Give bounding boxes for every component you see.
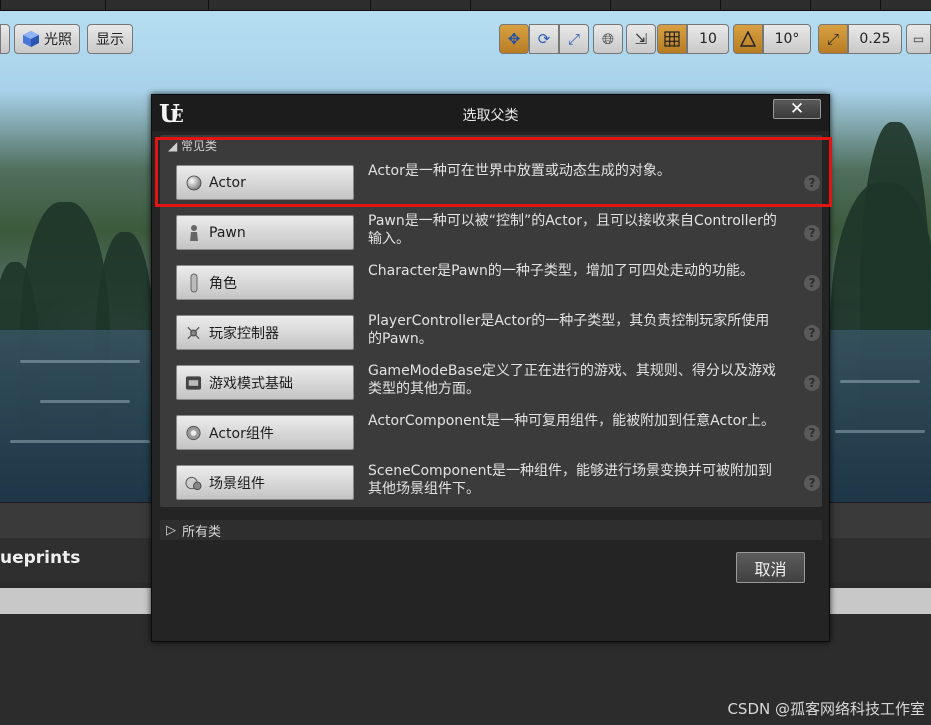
class-description: Character是Pawn的一种子类型，增加了可四处走动的功能。 <box>368 263 754 279</box>
class-name: Pawn <box>209 224 246 241</box>
class-description: ActorComponent是一种可复用组件，能被附加到任意Actor上。 <box>368 413 775 429</box>
menu-strip <box>0 0 931 11</box>
lit-mode-button[interactable]: 光照 <box>14 24 80 54</box>
grid-snap-value[interactable]: 10 <box>687 24 729 54</box>
show-button[interactable]: 显示 <box>87 24 133 54</box>
help-icon[interactable]: ? <box>804 275 820 291</box>
class-row-character: 角色 Character是Pawn的一种子类型，增加了可四处走动的功能。 ? <box>168 261 824 307</box>
help-icon[interactable]: ? <box>804 425 820 441</box>
class-description: Pawn是一种可以被“控制”的Actor，且可以接收来自Controller的输… <box>368 213 777 247</box>
highlight-box <box>155 137 832 207</box>
actor-component-class-button[interactable]: Actor组件 <box>176 415 354 450</box>
character-class-button[interactable]: 角色 <box>176 265 354 300</box>
view-mode-button[interactable] <box>0 24 10 54</box>
pawn-class-button[interactable]: Pawn <box>176 215 354 250</box>
watermark: CSDN @孤客网络科技工作室 <box>727 700 925 718</box>
dialog-titlebar[interactable]: U E 选取父类 ✕ <box>152 95 829 131</box>
class-row-actor-component: Actor组件 ActorComponent是一种可复用组件，能被附加到任意Ac… <box>168 411 824 457</box>
blueprints-label: ueprints <box>0 548 81 568</box>
angle-icon <box>740 31 756 47</box>
class-name: 角色 <box>209 275 237 292</box>
world-local-button[interactable]: 🌐︎ <box>593 24 623 54</box>
actor-component-icon <box>185 424 202 441</box>
rotation-snap-label: 10° <box>774 31 800 47</box>
rotation-snap-value[interactable]: 10° <box>763 24 811 54</box>
scale-snap-toggle[interactable]: ⤢ <box>818 24 848 54</box>
class-description: PlayerController是Actor的一种子类型，其负责控制玩家所使用的… <box>368 313 770 347</box>
surface-snap-button[interactable]: ⇲ <box>626 24 656 54</box>
help-icon[interactable]: ? <box>804 325 820 341</box>
class-name: Actor组件 <box>209 425 274 442</box>
class-name: 玩家控制器 <box>209 325 279 342</box>
player-controller-icon <box>185 324 202 341</box>
help-icon[interactable]: ? <box>804 375 820 391</box>
scale-arrow-icon: ⤢ <box>826 29 839 48</box>
all-classes-expander[interactable]: ▷ 所有类 <box>160 520 822 540</box>
pawn-icon <box>185 224 202 241</box>
cancel-button[interactable]: 取消 <box>736 552 805 583</box>
character-icon <box>185 273 202 292</box>
move-arrows-icon: ✥ <box>507 29 521 48</box>
camera-icon: ▭ <box>912 32 925 46</box>
grid-snap-label: 10 <box>699 31 717 47</box>
class-row-scene-component: 场景组件 SceneComponent是一种组件，能够进行场景变换并可被附加到其… <box>168 461 824 507</box>
grid-icon <box>664 31 680 47</box>
globe-icon: 🌐︎ <box>601 29 614 48</box>
game-mode-icon <box>185 374 202 391</box>
help-icon[interactable]: ? <box>804 475 820 491</box>
show-label: 显示 <box>96 32 124 48</box>
camera-speed-button[interactable]: ▭ <box>906 24 931 54</box>
rotation-snap-toggle[interactable] <box>733 24 763 54</box>
all-classes-label: 所有类 <box>182 524 222 540</box>
class-row-game-mode: 游戏模式基础 GameModeBase定义了正在进行的游戏、其规则、得分以及游戏… <box>168 361 824 407</box>
class-row-player-controller: 玩家控制器 PlayerController是Actor的一种子类型，其负责控制… <box>168 311 824 357</box>
rotate-icon: ⟳ <box>537 29 551 48</box>
scale-mode-button[interactable]: ⤢ <box>559 24 589 54</box>
translate-mode-button[interactable]: ✥ <box>499 24 529 54</box>
grid-snap-toggle[interactable] <box>657 24 687 54</box>
scale-icon: ⤢ <box>567 29 580 48</box>
scale-snap-value[interactable]: 0.25 <box>848 24 902 54</box>
class-description: SceneComponent是一种组件，能够进行场景变换并可被附加到其他场景组件… <box>368 463 772 497</box>
class-name: 场景组件 <box>209 475 265 492</box>
scale-snap-label: 0.25 <box>859 31 891 47</box>
expand-triangle-icon: ▷ <box>166 522 176 538</box>
help-icon[interactable]: ? <box>804 225 820 241</box>
rotate-mode-button[interactable]: ⟳ <box>529 24 559 54</box>
scene-component-class-button[interactable]: 场景组件 <box>176 465 354 500</box>
class-name: 游戏模式基础 <box>209 375 293 392</box>
lit-label: 光照 <box>44 32 72 48</box>
dialog-title: 选取父类 <box>462 108 519 124</box>
game-mode-class-button[interactable]: 游戏模式基础 <box>176 365 354 400</box>
lit-cube-icon <box>22 30 40 48</box>
class-row-pawn: Pawn Pawn是一种可以被“控制”的Actor，且可以接收来自Control… <box>168 211 824 257</box>
class-description: GameModeBase定义了正在进行的游戏、其规则、得分以及游戏类型的其他方面… <box>368 363 776 397</box>
close-button[interactable]: ✕ <box>773 99 821 119</box>
player-controller-class-button[interactable]: 玩家控制器 <box>176 315 354 350</box>
scene-component-icon <box>185 474 202 491</box>
surface-snap-icon: ⇲ <box>634 29 648 48</box>
